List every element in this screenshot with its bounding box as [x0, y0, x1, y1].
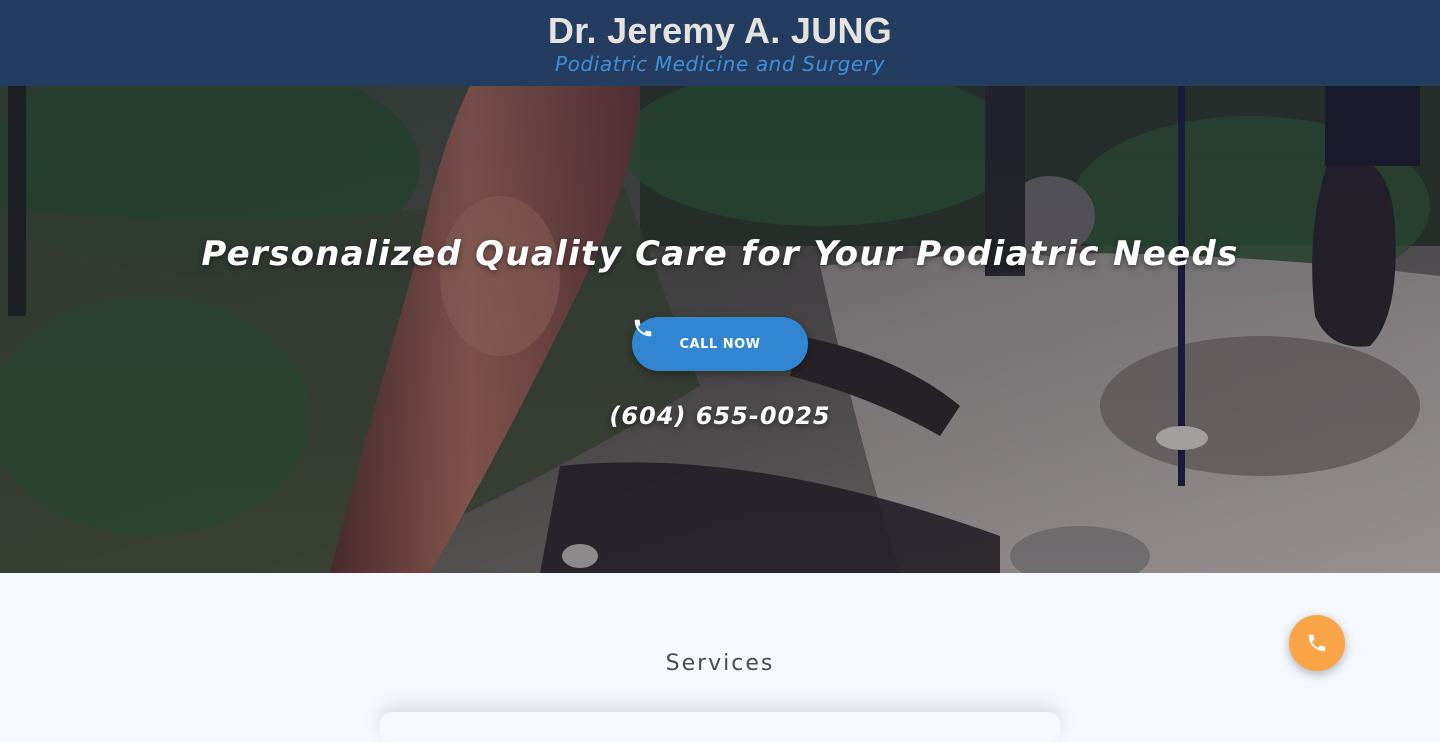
phone-icon — [1308, 634, 1326, 652]
floating-call-button[interactable] — [1289, 615, 1345, 671]
site-header: Dr. Jeremy A. JUNG Podiatric Medicine an… — [0, 0, 1440, 86]
services-heading: Services — [665, 651, 775, 676]
services-card — [380, 712, 1060, 742]
hero-banner: Personalized Quality Care for Your Podia… — [0, 86, 1440, 573]
call-now-button[interactable]: CALL NOW — [632, 317, 808, 371]
brand-name[interactable]: Dr. Jeremy A. JUNG — [0, 10, 1440, 52]
hero-title: Personalized Quality Care for Your Podia… — [201, 234, 1239, 274]
phone-icon — [634, 319, 652, 337]
hero-phone-number[interactable]: (604) 655-0025 — [0, 402, 1440, 430]
call-now-label: CALL NOW — [679, 336, 761, 352]
brand-tagline: Podiatric Medicine and Surgery — [554, 52, 886, 76]
